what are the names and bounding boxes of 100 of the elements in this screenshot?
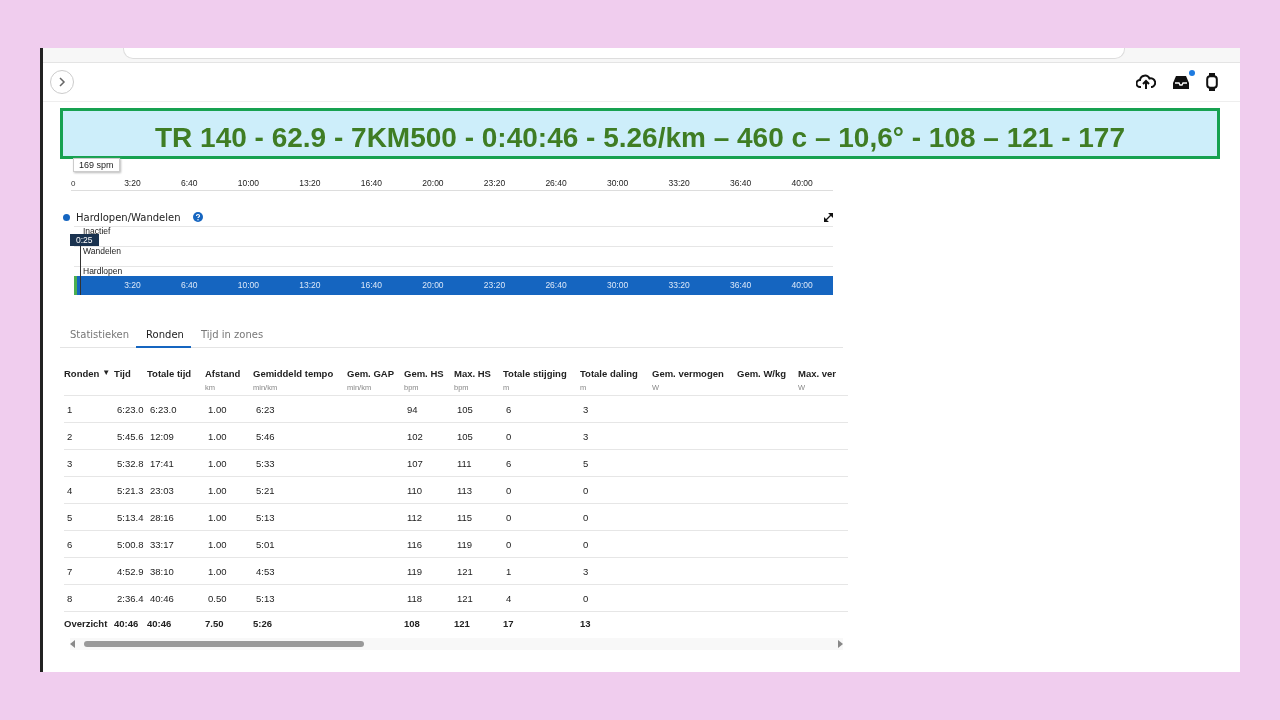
- axis-label: 30:00: [606, 178, 629, 188]
- axis-label: 16:40: [360, 280, 383, 290]
- axis-label: 6:40: [180, 178, 198, 188]
- table-cell: 1.00: [208, 565, 227, 577]
- column-header[interactable]: Afstand: [205, 368, 241, 379]
- table-cell: 33:17: [150, 538, 174, 550]
- table-cell: 121: [457, 565, 473, 577]
- tab[interactable]: Statistieken: [60, 325, 137, 347]
- column-header[interactable]: Totale stijging: [503, 368, 567, 379]
- table-cell: 1.00: [208, 403, 227, 415]
- table-cell: 3: [583, 430, 589, 442]
- table-cell: 5:33: [256, 457, 275, 469]
- table-cell: 4: [506, 592, 512, 604]
- table-cell: 5:13: [256, 511, 275, 523]
- scroll-right-icon[interactable]: [838, 640, 843, 648]
- column-header[interactable]: Tijd: [114, 368, 131, 379]
- expand-icon[interactable]: [824, 212, 833, 222]
- summary-cell: 13: [580, 617, 591, 629]
- table-cell: 2: [67, 430, 73, 442]
- expand-button[interactable]: [50, 70, 74, 94]
- table-cell: 5:21: [256, 484, 275, 496]
- table-cell: 6: [506, 403, 512, 415]
- table-cell: 107: [407, 457, 423, 469]
- table-cell: 115: [457, 511, 473, 523]
- chart-tooltip: 169 spm: [73, 158, 120, 172]
- table-cell: 111: [457, 457, 472, 469]
- summary-cell: Overzicht: [64, 617, 108, 629]
- table-cell: 7: [67, 565, 73, 577]
- table-cell: 6:23.0: [150, 403, 177, 415]
- summary-cell: 17: [503, 617, 514, 629]
- table-cell: 5:13.4: [117, 511, 144, 523]
- cursor-line: [80, 246, 81, 295]
- axis-label: 6:40: [180, 280, 198, 290]
- table-cell: 0: [506, 430, 512, 442]
- table-cell: 5:13: [256, 592, 275, 604]
- tab[interactable]: Tijd in zones: [190, 325, 271, 347]
- column-header[interactable]: Max. HS: [454, 368, 491, 379]
- column-header[interactable]: Gem. vermogen: [652, 368, 724, 379]
- table-cell: 1.00: [208, 511, 227, 523]
- table-cell: 119: [407, 565, 423, 577]
- axis-label: 30:00: [606, 280, 629, 290]
- upload-cloud-icon[interactable]: [1136, 74, 1156, 90]
- sort-indicator[interactable]: ▼: [102, 368, 111, 379]
- table-cell: 28:16: [150, 511, 174, 523]
- table-cell: 5:01: [256, 538, 275, 550]
- table-cell: 0.50: [208, 592, 227, 604]
- axis-label: 20:00: [422, 280, 444, 290]
- table-cell: 4:52.9: [117, 565, 144, 577]
- table-cell: 40:46: [150, 592, 174, 604]
- table-cell: 0: [506, 511, 512, 523]
- table-cell: 1.00: [208, 538, 227, 550]
- summary-cell: 108: [404, 617, 420, 629]
- help-icon[interactable]: [192, 212, 203, 222]
- tab[interactable]: Ronden: [136, 325, 191, 348]
- table-cell: 2:36.4: [117, 592, 144, 604]
- table-cell: 5:21.3: [117, 484, 144, 496]
- column-header[interactable]: Totale daling: [580, 368, 638, 379]
- scroll-left-icon[interactable]: [70, 640, 75, 648]
- table-cell: 119: [457, 538, 473, 550]
- table-cell: 94: [407, 403, 418, 415]
- axis-label: 23:20: [483, 178, 506, 188]
- column-header[interactable]: Gem. GAP: [347, 368, 394, 379]
- column-header[interactable]: Gem. HS: [404, 368, 444, 379]
- axis-label: 36:40: [729, 280, 752, 290]
- column-header[interactable]: Totale tijd: [147, 368, 192, 379]
- table-cell: 0: [583, 484, 589, 496]
- axis-label: 3:20: [124, 280, 141, 290]
- column-header[interactable]: Gemiddeld tempo: [253, 368, 334, 379]
- column-header[interactable]: Ronden: [64, 368, 100, 379]
- table-cell: 1: [506, 565, 512, 577]
- table-cell: 105: [457, 430, 473, 442]
- axis-label: 20:00: [422, 178, 444, 188]
- inbox-icon[interactable]: [1172, 74, 1190, 90]
- table-cell: 116: [407, 538, 423, 550]
- axis-label: Inactief: [83, 226, 111, 236]
- table-cell: 8: [67, 592, 73, 604]
- table-cell: 105: [457, 403, 473, 415]
- column-header[interactable]: Max. ver: [798, 368, 837, 379]
- table-cell: 5: [67, 511, 73, 523]
- table-cell: 110: [407, 484, 423, 496]
- table-cell: 0: [583, 592, 589, 604]
- axis-label: 36:40: [729, 178, 752, 188]
- axis-label: 16:40: [360, 178, 383, 188]
- table-cell: 5: [583, 457, 589, 469]
- legend-dot: [63, 213, 70, 221]
- scrollbar-thumb[interactable]: [84, 641, 364, 647]
- table-cell: 4:53: [256, 565, 275, 577]
- start-marker: [74, 276, 77, 295]
- column-header[interactable]: Gem. W/kg: [737, 368, 787, 379]
- table-cell: 1.00: [208, 457, 227, 469]
- table-cell: 3: [67, 457, 73, 469]
- horizontal-scrollbar[interactable]: [70, 638, 843, 650]
- table-cell: 5:32.8: [117, 457, 144, 469]
- table-cell: 5:45.6: [117, 430, 144, 442]
- axis-label: 23:20: [483, 280, 506, 290]
- watch-icon[interactable]: [1206, 73, 1218, 91]
- summary-cell: 121: [454, 617, 470, 629]
- table-cell: 23:03: [150, 484, 174, 496]
- summary-cell: 40:46: [114, 617, 139, 629]
- axis-label: 33:20: [668, 178, 690, 188]
